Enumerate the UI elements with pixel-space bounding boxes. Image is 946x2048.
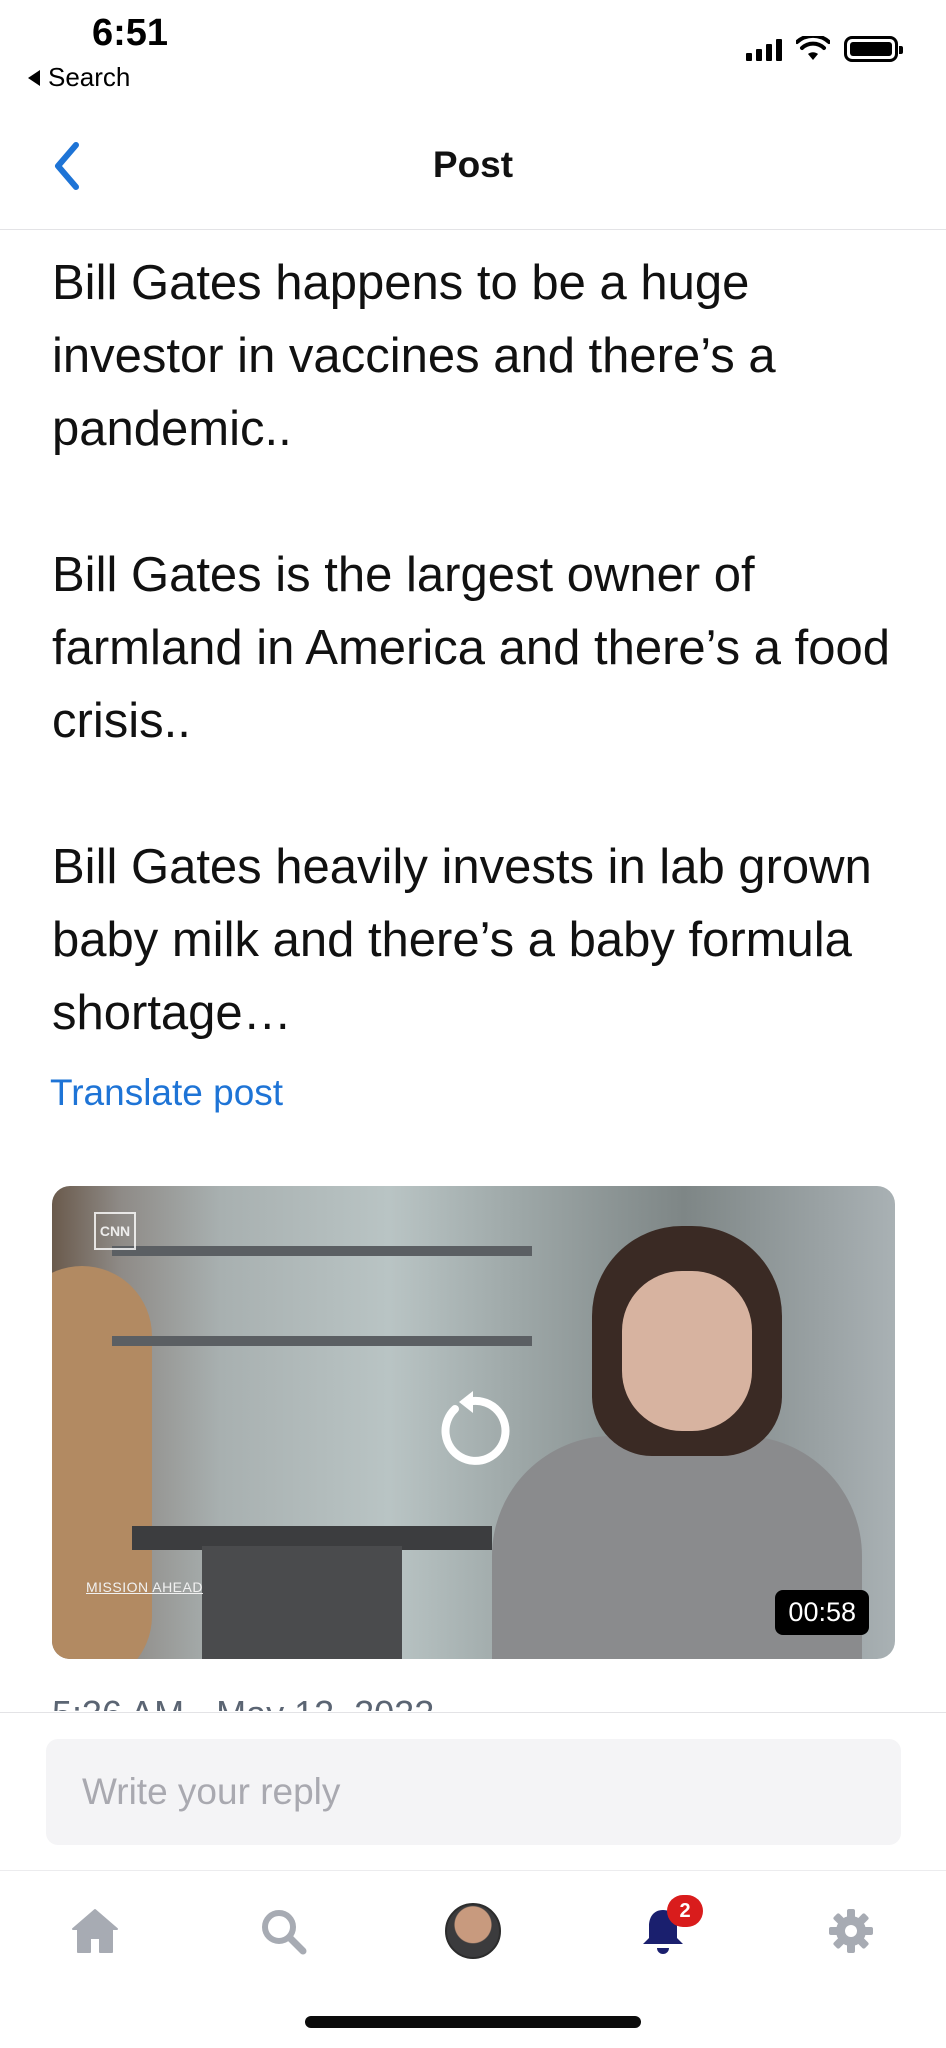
back-triangle-icon <box>28 69 40 86</box>
post-paragraph: Bill Gates happens to be a huge investor… <box>52 256 776 456</box>
video-frame-detail <box>622 1271 752 1431</box>
cellular-signal-icon <box>746 37 782 61</box>
post-content[interactable]: Bill Gates happens to be a huge investor… <box>0 231 946 1711</box>
translate-post-link[interactable]: Translate post <box>50 1072 946 1114</box>
status-bar: 6:51 Search <box>0 0 946 100</box>
video-frame-detail <box>202 1546 402 1659</box>
status-back-label: Search <box>48 62 131 92</box>
video-frame-detail <box>112 1336 532 1346</box>
tab-profile[interactable] <box>433 1891 513 1971</box>
video-duration-badge: 00:58 <box>775 1590 869 1635</box>
cnn-watermark-logo: CNN <box>94 1212 136 1250</box>
avatar <box>445 1903 501 1959</box>
post-timestamp: 5:36 AM · May 12, 2022 <box>52 1693 434 1711</box>
video-frame-detail <box>112 1246 532 1256</box>
tab-home[interactable] <box>55 1891 135 1971</box>
video-caption: MISSION AHEAD <box>86 1579 203 1595</box>
status-back-to-app[interactable]: Search <box>28 62 130 93</box>
battery-icon <box>844 36 903 62</box>
post-paragraph: Bill Gates is the largest owner of farml… <box>52 548 891 748</box>
replay-icon[interactable] <box>433 1391 513 1471</box>
gear-icon <box>829 1909 873 1953</box>
post-paragraph: Bill Gates heavily invests in lab grown … <box>52 840 872 1040</box>
nav-header: Post <box>0 100 946 230</box>
tab-notifications[interactable]: 2 <box>623 1891 703 1971</box>
reply-input[interactable] <box>46 1739 901 1845</box>
notification-badge: 2 <box>667 1895 703 1927</box>
search-icon <box>262 1910 307 1955</box>
wifi-icon <box>796 36 830 60</box>
tab-settings[interactable] <box>811 1891 891 1971</box>
home-icon <box>72 1909 118 1953</box>
reply-bar <box>0 1712 946 1870</box>
page-title: Post <box>432 144 514 185</box>
status-time: 6:51 <box>92 12 169 54</box>
video-player[interactable]: CNN MISSION AHEAD 00:58 <box>52 1186 895 1659</box>
status-icons <box>746 36 903 62</box>
post-text: Bill Gates happens to be a huge investor… <box>0 231 946 1050</box>
video-frame-detail <box>52 1266 152 1659</box>
home-indicator[interactable] <box>305 2016 641 2028</box>
tab-search[interactable] <box>243 1891 323 1971</box>
